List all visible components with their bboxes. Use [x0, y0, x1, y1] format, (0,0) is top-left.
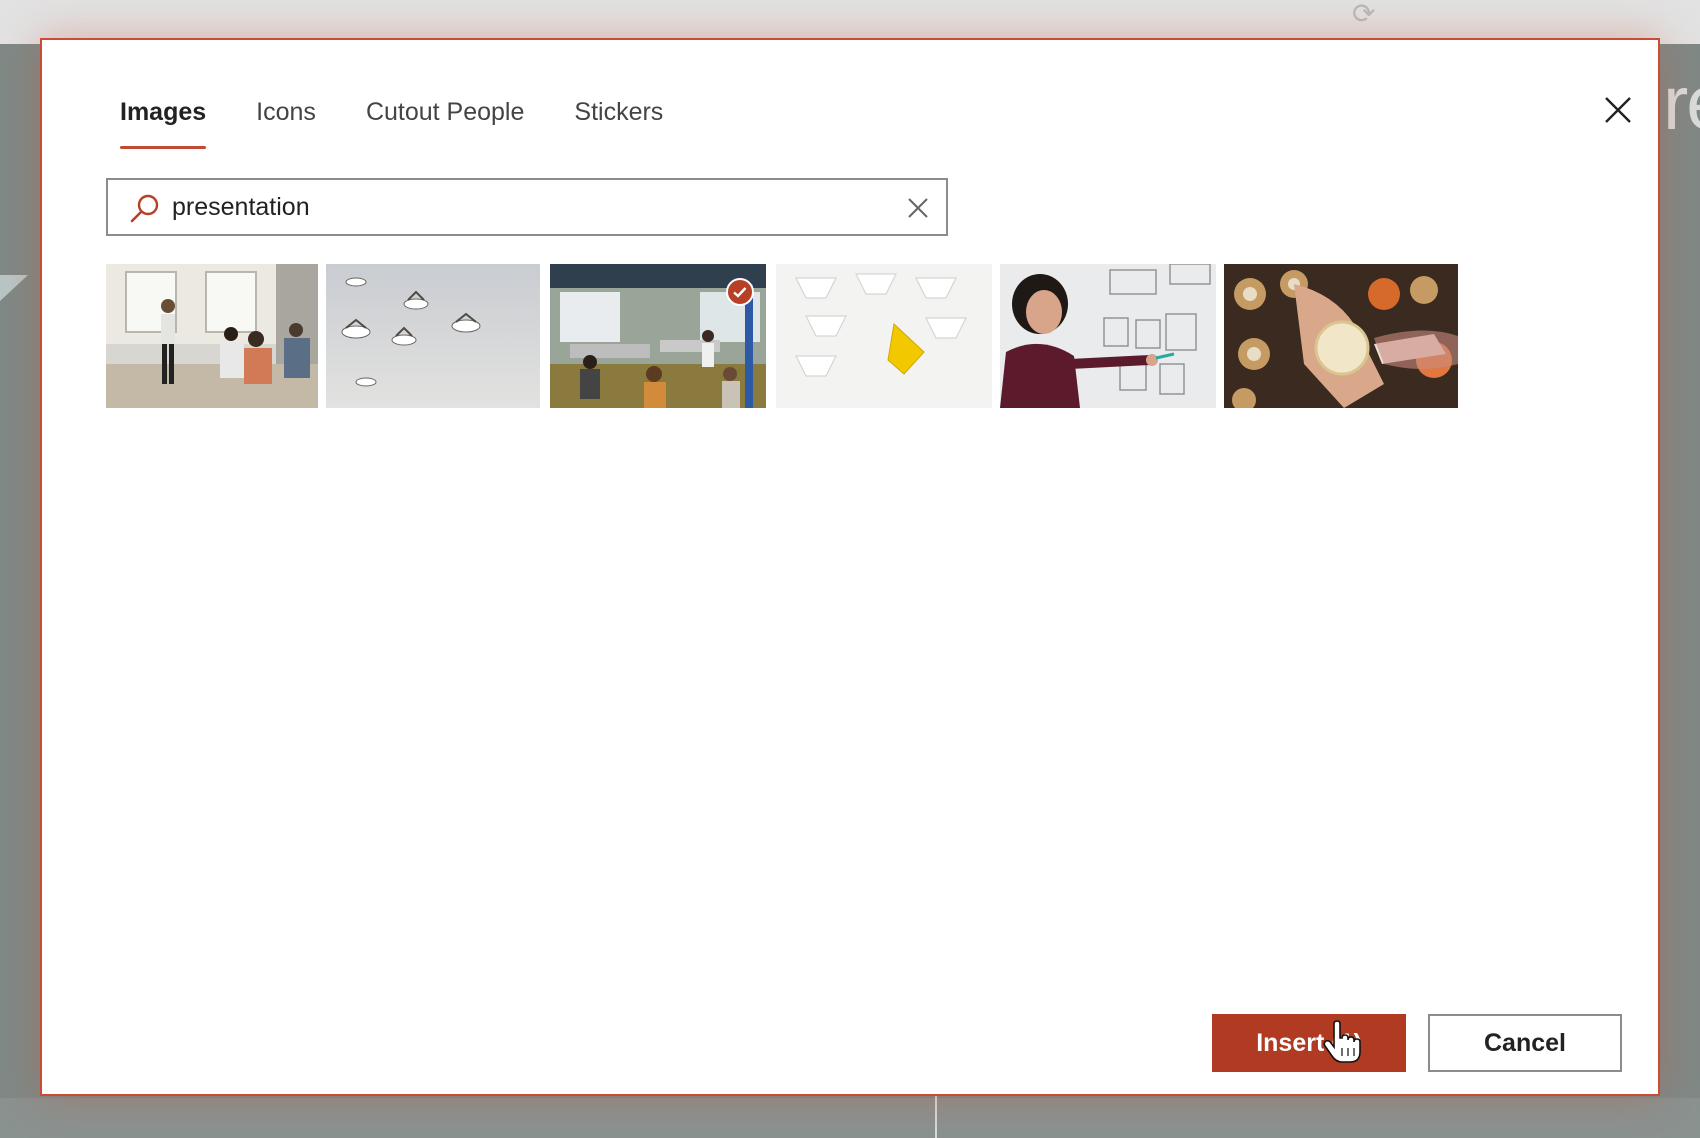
hand-cursor-icon — [1323, 1020, 1361, 1063]
tab-stickers[interactable]: Stickers — [574, 90, 663, 149]
image-result-selected[interactable] — [550, 264, 766, 408]
image-result[interactable] — [326, 264, 540, 408]
image-result[interactable] — [1000, 264, 1216, 408]
tab-icons[interactable]: Icons — [256, 90, 316, 149]
slide-decoration — [0, 275, 28, 301]
search-input[interactable] — [172, 186, 872, 228]
slide-title-fragment: re — [1663, 61, 1700, 146]
slide-divider — [935, 1095, 937, 1138]
close-icon — [1605, 97, 1631, 123]
insert-button[interactable]: Insert (1) — [1212, 1014, 1406, 1072]
tab-cutout-people[interactable]: Cutout People — [366, 90, 524, 149]
rotate-icon: ⟳ — [1352, 0, 1376, 29]
clear-search-icon[interactable] — [904, 194, 932, 222]
image-result[interactable] — [776, 264, 992, 408]
selected-check-icon — [726, 278, 754, 306]
search-icon — [130, 194, 159, 223]
image-result[interactable] — [106, 264, 318, 408]
slide-area-bottom — [0, 1098, 1700, 1138]
image-result[interactable] — [1224, 264, 1458, 408]
cancel-button[interactable]: Cancel — [1428, 1014, 1622, 1072]
stock-images-dialog: Images Icons Cutout People Stickers pres… — [40, 38, 1660, 1096]
tab-images[interactable]: Images — [120, 90, 207, 149]
search-box — [106, 178, 948, 236]
category-tabs: Images Icons Cutout People Stickers — [120, 90, 713, 149]
close-button[interactable] — [1598, 90, 1638, 130]
